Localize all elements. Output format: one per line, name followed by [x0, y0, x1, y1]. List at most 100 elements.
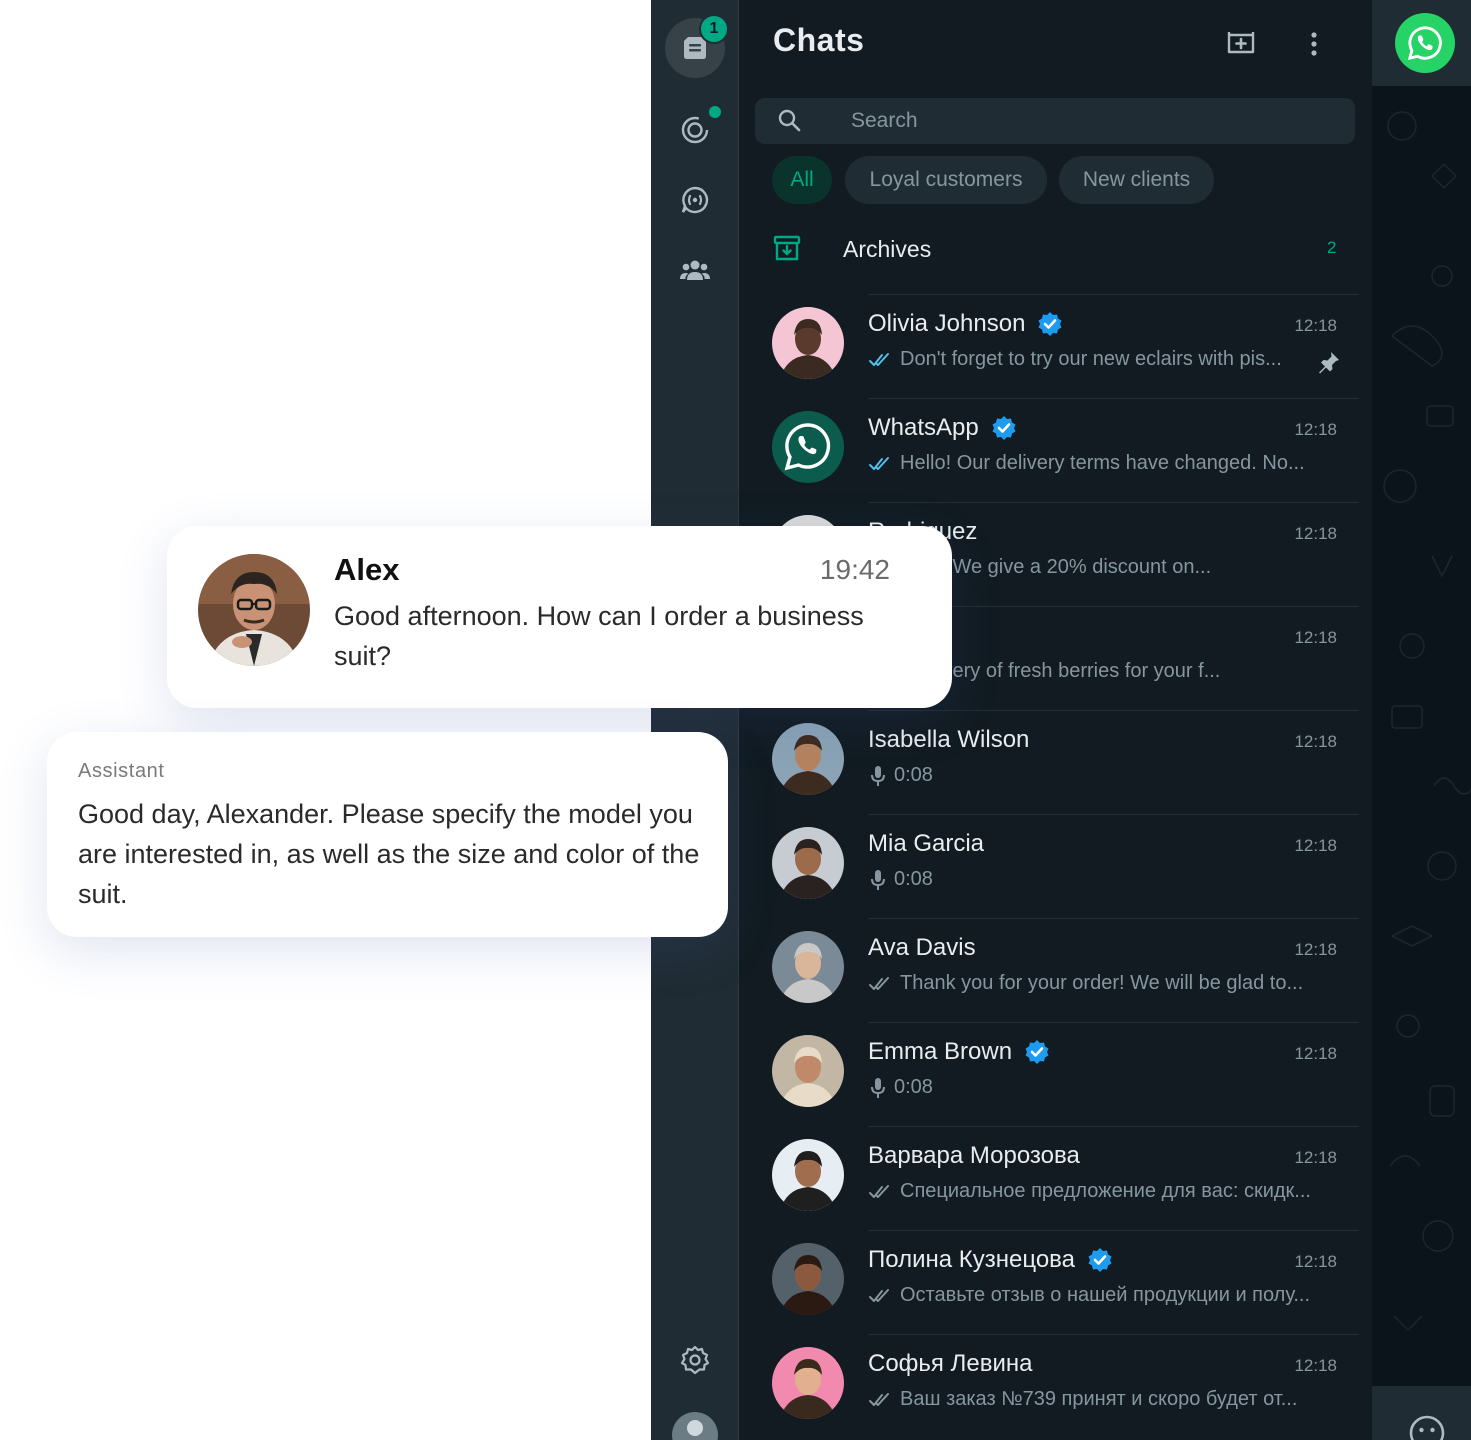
verified-icon	[1025, 1040, 1049, 1064]
chat-avatar[interactable]	[772, 1035, 844, 1107]
assistant-message-text: Good day, Alexander. Please specify the …	[78, 799, 700, 909]
pin-icon	[1319, 352, 1339, 374]
chat-avatar[interactable]	[772, 1243, 844, 1315]
microphone-icon	[871, 1077, 885, 1098]
chat-preview-text: 0:08	[894, 1076, 933, 1098]
filter-chip-loyal-customers[interactable]: Loyal customers	[845, 156, 1047, 204]
profile-avatar[interactable]	[672, 1412, 718, 1440]
chat-name-text: Варвара Морозова	[868, 1142, 1080, 1169]
settings-icon	[680, 1345, 710, 1375]
chat-name: Emma Brown	[868, 1038, 1050, 1066]
read-ticks-icon	[869, 1288, 889, 1302]
chat-preview: Don't forget to try our new eclairs with…	[868, 348, 1308, 371]
chat-row[interactable]: Софья Левина 12:18 Ваш заказ №739 принят и…	[739, 1334, 1359, 1438]
microphone-icon	[871, 869, 885, 890]
customer-name: Alex	[334, 552, 400, 587]
chat-avatar[interactable]	[772, 931, 844, 1003]
read-ticks-icon	[869, 1392, 889, 1406]
chat-preview: 0:08	[868, 764, 1338, 787]
message-time: 19:42	[819, 554, 890, 585]
alex-avatar	[198, 554, 310, 666]
chat-name-text: Emma Brown	[868, 1038, 1013, 1065]
chat-row[interactable]: Isabella Wilson 12:18 0:08	[739, 710, 1359, 814]
filter-chip-all[interactable]: All	[772, 156, 832, 204]
chat-avatar[interactable]	[772, 723, 844, 795]
chat-row[interactable]: Olivia Johnson 12:18 Don't forget to try o…	[739, 294, 1359, 398]
chat-time: 12:18	[1294, 316, 1337, 335]
status-icon	[681, 116, 709, 144]
chat-preview-text: Don't forget to try our new eclairs with…	[900, 348, 1282, 370]
filter-chip-new-clients[interactable]: New clients	[1059, 156, 1214, 204]
chat-time: 12:18	[1294, 1356, 1337, 1375]
chat-avatar[interactable]	[772, 307, 844, 379]
chat-avatar[interactable]	[772, 827, 844, 899]
archives-row[interactable]: Archives 2	[739, 222, 1359, 282]
page-title: Chats	[773, 22, 865, 58]
communities-nav-button[interactable]	[665, 240, 725, 300]
chat-name: Варвара Морозова	[868, 1142, 1080, 1170]
chat-preview-text: 0:08	[894, 868, 933, 890]
chat-time: 12:18	[1294, 420, 1337, 439]
chat-preview: Ваш заказ №739 принят и скоро будет от..…	[868, 1388, 1338, 1411]
search-icon	[778, 109, 801, 132]
chat-time: 12:18	[1294, 1148, 1337, 1167]
new-chat-icon	[1227, 32, 1255, 54]
chat-preview: Hello! Our delivery terms have changed. …	[868, 452, 1338, 475]
chat-divider	[868, 710, 1359, 711]
chat-row[interactable]: WhatsApp 12:18 Hello! Our delivery terms h…	[739, 398, 1359, 502]
chat-preview: 0:08	[868, 868, 1338, 891]
chat-name: WhatsApp	[868, 414, 1017, 442]
chat-divider	[868, 918, 1359, 919]
chat-name-text: WhatsApp	[868, 414, 979, 441]
chat-name: Софья Левина	[868, 1350, 1032, 1378]
read-ticks-icon	[869, 352, 889, 366]
chat-divider	[868, 1022, 1359, 1023]
unread-badge: 1	[699, 14, 729, 44]
chat-name: Olivia Johnson	[868, 310, 1063, 338]
chat-name-text: Софья Левина	[868, 1350, 1033, 1377]
chat-preview: Thank you for your order! We will be gla…	[868, 972, 1338, 995]
whatsapp-app: 1 Chats Search All Loyal customers New c…	[651, 0, 1471, 1440]
chat-row[interactable]: Ava Davis 12:18 Thank you for your order! …	[739, 918, 1359, 1022]
chat-row[interactable]: Emma Brown 12:18 0:08	[739, 1022, 1359, 1126]
chat-avatar[interactable]	[772, 1347, 844, 1419]
chat-avatar[interactable]	[772, 1139, 844, 1211]
chat-avatar[interactable]	[772, 411, 844, 483]
verified-icon	[992, 416, 1016, 440]
chat-list-panel: Chats Search All Loyal customers New cli…	[739, 0, 1372, 1440]
chats-nav-button[interactable]: 1	[665, 14, 729, 78]
chat-time: 12:18	[1294, 1044, 1337, 1063]
chat-divider	[868, 814, 1359, 815]
chat-row[interactable]: Mia Garcia 12:18 0:08	[739, 814, 1359, 918]
channels-icon	[681, 186, 709, 214]
settings-nav-button[interactable]	[665, 1330, 725, 1390]
chat-preview-text: 0:08	[894, 764, 933, 786]
chat-name-text: Isabella Wilson	[868, 726, 1030, 753]
conversation-pane	[1372, 0, 1471, 1440]
chat-row[interactable]: Варвара Морозова 12:18 Специальное предлож…	[739, 1126, 1359, 1230]
chat-divider	[868, 502, 1359, 503]
search-input[interactable]: Search	[755, 98, 1355, 144]
chat-name: Mia Garcia	[868, 830, 984, 858]
verified-icon	[1088, 1248, 1112, 1272]
chat-row[interactable]: Полина Кузнецова 12:18 Оставьте отзыв о на…	[739, 1230, 1359, 1334]
assistant-label: Assistant	[78, 760, 165, 782]
menu-icon	[1311, 32, 1317, 56]
nav-rail: 1	[651, 0, 739, 1440]
read-ticks-icon	[869, 1184, 889, 1198]
chat-time: 12:18	[1294, 1252, 1337, 1271]
channels-nav-button[interactable]	[665, 170, 725, 230]
conversation-header	[1372, 0, 1471, 86]
chat-divider	[868, 398, 1359, 399]
new-chat-button[interactable]	[1221, 24, 1261, 64]
read-ticks-icon	[869, 976, 889, 990]
chat-preview-text: Оставьте отзыв о нашей продукции и полу.…	[900, 1284, 1311, 1306]
chat-time: 12:18	[1294, 732, 1337, 751]
emoji-icon[interactable]	[1408, 1414, 1446, 1440]
chat-time: 12:18	[1294, 836, 1337, 855]
chat-preview-text: Thank you for your order! We will be gla…	[900, 972, 1304, 994]
chat-divider	[868, 1126, 1359, 1127]
status-nav-button[interactable]	[665, 100, 725, 160]
menu-button[interactable]	[1294, 24, 1334, 64]
chat-preview: 0:08	[868, 1076, 1338, 1099]
